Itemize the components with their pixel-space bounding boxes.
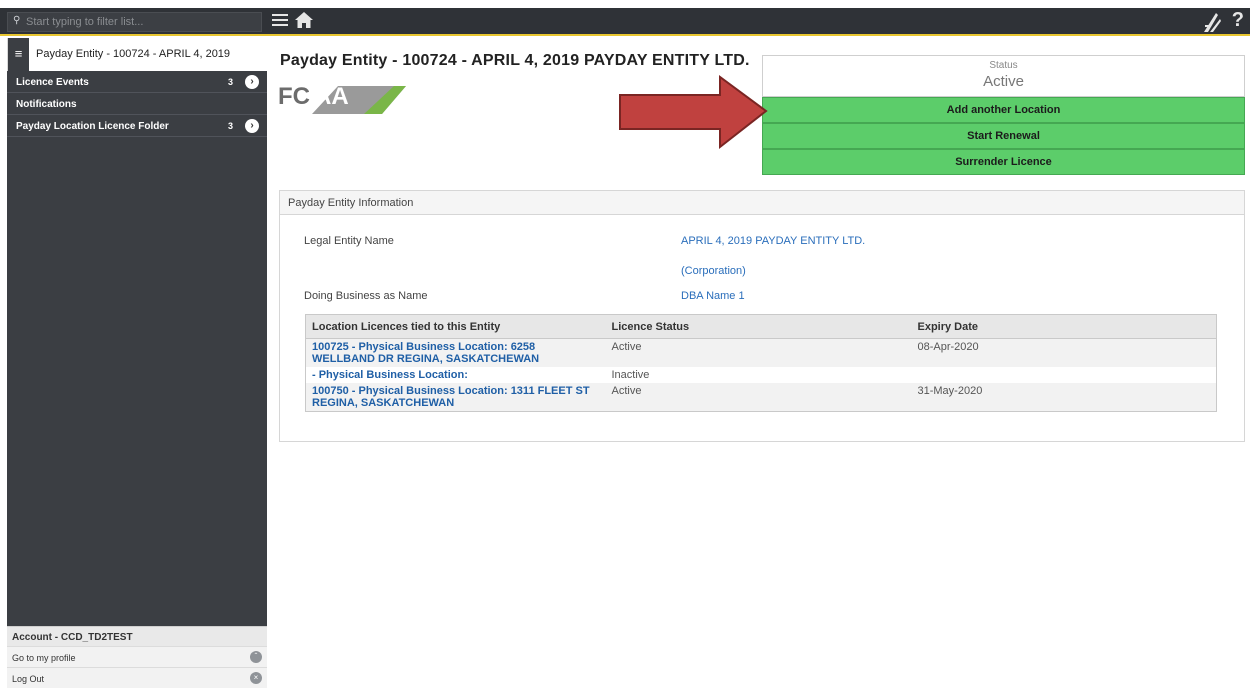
- account-name: Account - CCD_TD2TEST: [7, 626, 267, 646]
- licence-status: Active: [605, 338, 912, 367]
- surrender-licence-button[interactable]: Surrender Licence: [762, 149, 1245, 175]
- sidebar-header[interactable]: ≡ Payday Entity - 100724 - APRIL 4, 2019: [7, 38, 267, 71]
- table-row: - Physical Business Location: Inactive: [305, 367, 1217, 383]
- app-window: ⚲ Start typing to filter list... ? ≡ Pay…: [0, 0, 1250, 688]
- page-title: Payday Entity - 100724 - APRIL 4, 2019 P…: [280, 52, 750, 69]
- hamburger-menu-icon[interactable]: [270, 11, 290, 31]
- sidebar-item-count: 3: [227, 77, 233, 87]
- log-out-link[interactable]: Log Out ×: [7, 667, 267, 688]
- legal-entity-value[interactable]: APRIL 4, 2019 PAYDAY ENTITY LTD.: [681, 235, 865, 247]
- table-header-row: Location Licences tied to this Entity Li…: [305, 314, 1217, 339]
- go-to-profile-link[interactable]: Go to my profile ˆ: [7, 646, 267, 667]
- sidebar-item-payday-location-licence-folder[interactable]: Payday Location Licence Folder 3 ›: [7, 115, 267, 137]
- fcaa-logo: FC AA: [278, 80, 408, 120]
- sidebar: ≡ Payday Entity - 100724 - APRIL 4, 2019…: [7, 38, 267, 688]
- location-link[interactable]: - Physical Business Location:: [305, 367, 606, 383]
- annotation-arrow-icon: [612, 73, 772, 153]
- search-icon: ⚲: [13, 15, 21, 26]
- legal-entity-label: Legal Entity Name: [304, 235, 394, 247]
- logo-text-aa: AA: [314, 83, 349, 110]
- logo-text-fc: FC: [278, 83, 310, 110]
- status-value: Active: [983, 73, 1024, 90]
- sidebar-item-label: Notifications: [16, 99, 77, 110]
- licence-status: Active: [605, 383, 912, 412]
- sidebar-item-label: Payday Location Licence Folder: [16, 121, 169, 132]
- entity-info-panel: Payday Entity Information Legal Entity N…: [279, 190, 1245, 442]
- sidebar-item-count: 3: [227, 121, 233, 131]
- expiry-date: [911, 367, 1217, 383]
- column-header-location[interactable]: Location Licences tied to this Entity: [305, 314, 606, 339]
- column-header-status[interactable]: Licence Status: [605, 314, 912, 339]
- location-link[interactable]: 100750 - Physical Business Location: 131…: [305, 383, 606, 412]
- expiry-date: 08-Apr-2020: [911, 338, 1217, 367]
- sidebar-item-notifications[interactable]: Notifications: [7, 93, 267, 115]
- start-renewal-button[interactable]: Start Renewal: [762, 123, 1245, 149]
- table-row: 100750 - Physical Business Location: 131…: [305, 383, 1217, 412]
- filter-input[interactable]: ⚲ Start typing to filter list...: [7, 12, 262, 32]
- panel-heading: Payday Entity Information: [280, 191, 1244, 215]
- top-bar: ⚲ Start typing to filter list... ?: [0, 8, 1250, 36]
- home-icon[interactable]: [294, 10, 314, 30]
- chevron-up-icon: ˆ: [250, 651, 262, 663]
- licence-status: Inactive: [605, 367, 912, 383]
- close-icon: ×: [250, 672, 262, 684]
- entity-icon: ≡: [8, 38, 29, 71]
- column-header-expiry[interactable]: Expiry Date: [911, 314, 1217, 339]
- dba-label: Doing Business as Name: [304, 290, 428, 302]
- log-out-label: Log Out: [12, 674, 45, 684]
- sidebar-item-licence-events[interactable]: Licence Events 3 ›: [7, 71, 267, 93]
- table-row: 100725 - Physical Business Location: 625…: [305, 338, 1217, 367]
- add-another-location-button[interactable]: Add another Location: [762, 97, 1245, 123]
- help-icon[interactable]: ?: [1232, 9, 1244, 32]
- chevron-right-icon[interactable]: ›: [245, 119, 259, 133]
- status-label: Status: [989, 60, 1018, 71]
- sidebar-header-label: Payday Entity - 100724 - APRIL 4, 2019: [36, 48, 231, 60]
- filter-placeholder: Start typing to filter list...: [26, 16, 144, 28]
- dba-value[interactable]: DBA Name 1: [681, 290, 745, 302]
- location-licences-table: Location Licences tied to this Entity Li…: [305, 314, 1217, 412]
- sidebar-account-section: Account - CCD_TD2TEST Go to my profile ˆ…: [7, 626, 267, 688]
- legal-entity-type: (Corporation): [681, 265, 746, 277]
- expiry-date: 31-May-2020: [911, 383, 1217, 412]
- status-box: Status Active: [762, 55, 1245, 97]
- chevron-right-icon[interactable]: ›: [245, 75, 259, 89]
- sidebar-item-label: Licence Events: [16, 77, 89, 88]
- go-to-profile-label: Go to my profile: [12, 653, 76, 663]
- saskatchewan-wheat-icon: [1202, 11, 1222, 33]
- location-link[interactable]: 100725 - Physical Business Location: 625…: [305, 338, 606, 367]
